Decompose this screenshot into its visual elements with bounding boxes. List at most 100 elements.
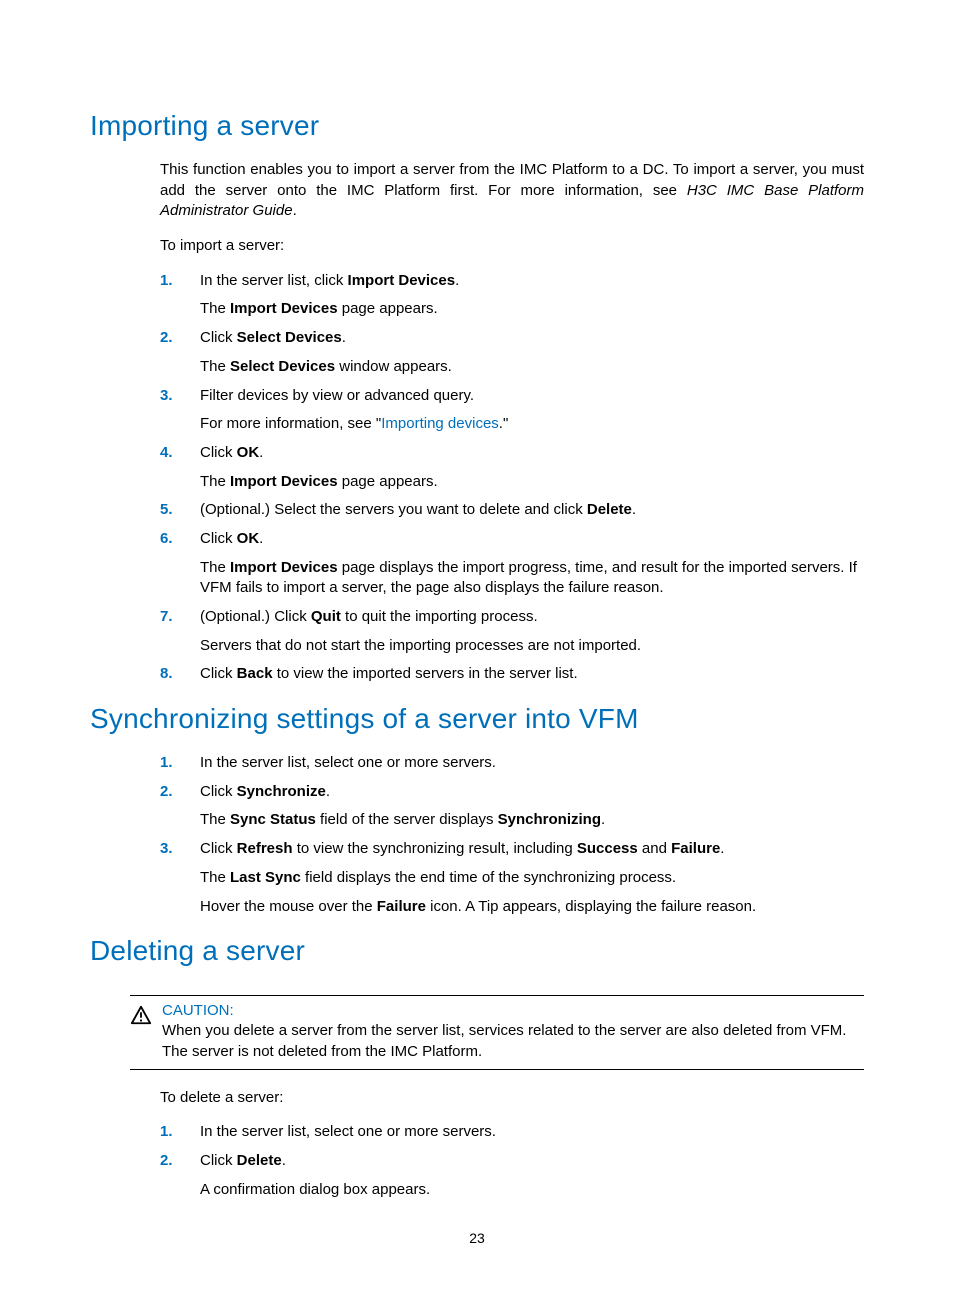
- ui-term: Refresh: [237, 840, 293, 857]
- ui-term: Sync Status: [230, 811, 316, 828]
- text: .": [499, 415, 509, 432]
- text: Click: [200, 530, 237, 547]
- step: Click Synchronize. The Sync Status field…: [160, 782, 864, 831]
- ui-term: Synchronizing: [498, 811, 601, 828]
- text: The: [200, 559, 230, 576]
- text: The: [200, 811, 230, 828]
- sub-text: The Select Devices window appears.: [200, 357, 864, 378]
- intro-paragraph: This function enables you to import a se…: [160, 160, 864, 222]
- step: Click Delete. A confirmation dialog box …: [160, 1151, 864, 1200]
- step: (Optional.) Click Quit to quit the impor…: [160, 607, 864, 656]
- text: .: [632, 501, 636, 518]
- caution-head: CAUTION: When you delete a server from t…: [130, 1002, 864, 1062]
- text: Click: [200, 444, 237, 461]
- text: .: [293, 202, 297, 219]
- sub-text: The Sync Status field of the server disp…: [200, 810, 864, 831]
- text: Click: [200, 1152, 237, 1169]
- warning-icon: [130, 1004, 152, 1026]
- document-page: Importing a server This function enables…: [0, 0, 954, 1296]
- sub-text: For more information, see "Importing dev…: [200, 414, 864, 435]
- sub-text: Hover the mouse over the Failure icon. A…: [200, 897, 864, 918]
- page-number: 23: [0, 1230, 954, 1246]
- text: Click: [200, 665, 237, 682]
- ui-term: Last Sync: [230, 869, 301, 886]
- text: In the server list, select one or more s…: [200, 1123, 496, 1140]
- sub-text: The Import Devices page displays the imp…: [200, 558, 864, 599]
- text: .: [455, 272, 459, 289]
- text: to view the imported servers in the serv…: [273, 665, 578, 682]
- lead-in: To import a server:: [160, 236, 864, 257]
- ui-term: OK: [237, 530, 260, 547]
- lead-in: To delete a server:: [160, 1088, 864, 1109]
- ui-term: Delete: [587, 501, 632, 518]
- text: .: [259, 530, 263, 547]
- ui-term: OK: [237, 444, 260, 461]
- text: (Optional.) Click: [200, 608, 311, 625]
- text: In the server list, select one or more s…: [200, 754, 496, 771]
- sub-text: The Import Devices page appears.: [200, 299, 864, 320]
- caution-label: CAUTION:: [162, 1002, 864, 1019]
- text: icon. A Tip appears, displaying the fail…: [426, 898, 756, 915]
- text: field of the server displays: [316, 811, 498, 828]
- ui-term: Select Devices: [230, 358, 335, 375]
- text: For more information, see ": [200, 415, 381, 432]
- text: field displays the end time of the synch…: [301, 869, 676, 886]
- steps-sync: In the server list, select one or more s…: [160, 753, 864, 917]
- step: Click Back to view the imported servers …: [160, 664, 864, 685]
- ui-term: Select Devices: [237, 329, 342, 346]
- ui-term: Import Devices: [230, 559, 338, 576]
- link-importing-devices[interactable]: Importing devices: [381, 415, 499, 432]
- step: Click OK. The Import Devices page appear…: [160, 443, 864, 492]
- text: .: [326, 783, 330, 800]
- text: The: [200, 869, 230, 886]
- ui-term: Import Devices: [348, 272, 456, 289]
- text: .: [601, 811, 605, 828]
- text: page appears.: [338, 473, 438, 490]
- text: .: [282, 1152, 286, 1169]
- sub-text: The Import Devices page appears.: [200, 472, 864, 493]
- sub-text: Servers that do not start the importing …: [200, 636, 864, 657]
- step: In the server list, click Import Devices…: [160, 271, 864, 320]
- text: Click: [200, 329, 237, 346]
- text: Click: [200, 783, 237, 800]
- ui-term: Delete: [237, 1152, 282, 1169]
- step: Click Select Devices. The Select Devices…: [160, 328, 864, 377]
- ui-term: Import Devices: [230, 300, 338, 317]
- ui-term: Failure: [377, 898, 426, 915]
- section-body-sync: In the server list, select one or more s…: [160, 753, 864, 917]
- text: .: [259, 444, 263, 461]
- heading-deleting: Deleting a server: [90, 935, 864, 967]
- text: Filter devices by view or advanced query…: [200, 387, 474, 404]
- text: to view the synchronizing result, includ…: [293, 840, 577, 857]
- step: Click Refresh to view the synchronizing …: [160, 839, 864, 917]
- heading-importing: Importing a server: [90, 110, 864, 142]
- caution-box: CAUTION: When you delete a server from t…: [130, 995, 864, 1069]
- section-body-deleting: To delete a server: In the server list, …: [160, 1088, 864, 1201]
- step: In the server list, select one or more s…: [160, 753, 864, 774]
- text: (Optional.) Select the servers you want …: [200, 501, 587, 518]
- ui-term: Back: [237, 665, 273, 682]
- section-body-importing: This function enables you to import a se…: [160, 160, 864, 685]
- ui-term: Failure: [671, 840, 720, 857]
- step: Click OK. The Import Devices page displa…: [160, 529, 864, 599]
- text: and: [638, 840, 671, 857]
- step: (Optional.) Select the servers you want …: [160, 500, 864, 521]
- step: In the server list, select one or more s…: [160, 1122, 864, 1143]
- heading-synchronizing: Synchronizing settings of a server into …: [90, 703, 864, 735]
- ui-term: Quit: [311, 608, 341, 625]
- ui-term: Success: [577, 840, 638, 857]
- text: In the server list, click: [200, 272, 348, 289]
- text: The: [200, 473, 230, 490]
- caution-text: When you delete a server from the server…: [162, 1021, 864, 1062]
- sub-text: A confirmation dialog box appears.: [200, 1180, 864, 1201]
- text: .: [342, 329, 346, 346]
- steps-deleting: In the server list, select one or more s…: [160, 1122, 864, 1200]
- text: Click: [200, 840, 237, 857]
- text: Hover the mouse over the: [200, 898, 377, 915]
- text: The: [200, 300, 230, 317]
- step: Filter devices by view or advanced query…: [160, 386, 864, 435]
- ui-term: Import Devices: [230, 473, 338, 490]
- text: The: [200, 358, 230, 375]
- text: .: [720, 840, 724, 857]
- ui-term: Synchronize: [237, 783, 326, 800]
